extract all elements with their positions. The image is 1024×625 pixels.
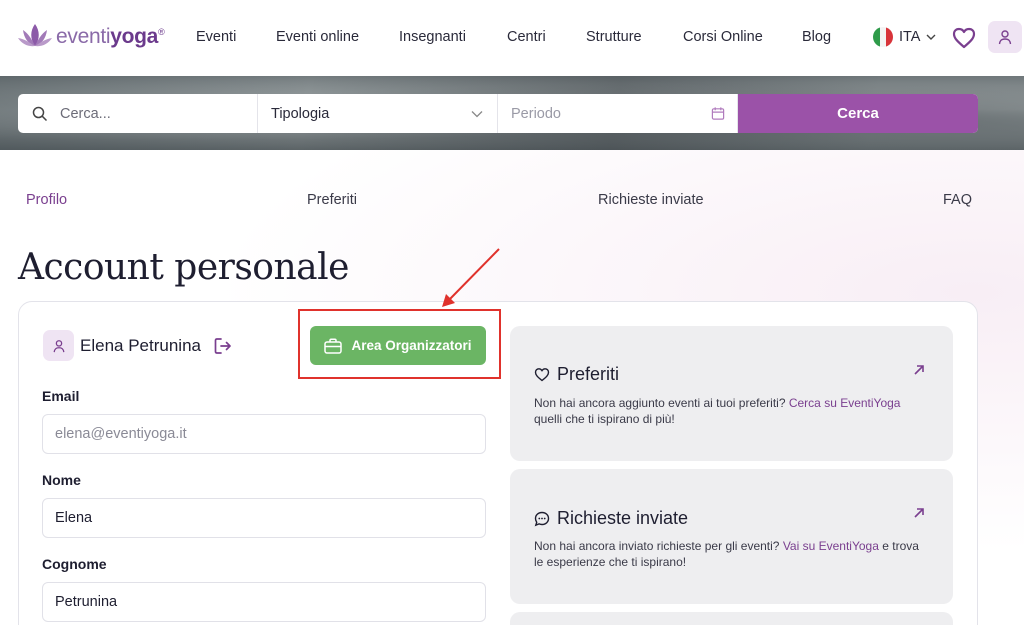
lotus-logo-icon (18, 24, 52, 47)
heart-icon (534, 368, 550, 382)
nav-link-eventi-online[interactable]: Eventi online (276, 29, 359, 45)
calendar-icon[interactable] (711, 106, 725, 121)
avatar (43, 330, 74, 361)
search-input[interactable] (60, 94, 257, 133)
period-input[interactable] (511, 94, 711, 133)
nome-label: Nome (42, 472, 81, 488)
tab-richieste-inviate[interactable]: Richieste inviate (598, 192, 704, 208)
tab-faq[interactable]: FAQ (943, 192, 972, 208)
logo-wordmark: eventiyoga® (56, 25, 165, 48)
requests-panel-title: Richieste inviate (534, 508, 688, 529)
cerca-su-eventiyoga-link[interactable]: Cerca su EventiYoga (789, 396, 901, 410)
requests-title-text: Richieste inviate (557, 508, 689, 528)
nav-link-centri[interactable]: Centri (507, 29, 546, 45)
user-account-button[interactable] (988, 21, 1022, 53)
cognome-value: Petrunina (55, 594, 118, 610)
page-title: Account personale (18, 247, 349, 288)
chevron-down-icon (471, 110, 483, 117)
favorites-panel-text: Non hai ancora aggiunto eventi ai tuoi p… (534, 396, 901, 426)
nav-link-strutture[interactable]: Strutture (586, 29, 642, 45)
favorites-title-text: Preferiti (557, 364, 620, 384)
requests-panel[interactable]: Richieste inviate Non hai ancora inviato… (510, 469, 953, 604)
nome-field[interactable]: Elena (42, 498, 486, 538)
logout-icon[interactable] (213, 336, 233, 356)
heart-icon (952, 27, 976, 49)
cognome-label: Cognome (42, 556, 107, 572)
arrow-up-right-icon[interactable] (913, 364, 925, 376)
search-submit-button[interactable]: Cerca (738, 94, 978, 133)
profile-name: Elena Petrunina (80, 336, 201, 355)
search-icon (32, 106, 48, 121)
email-label: Email (42, 388, 80, 404)
type-select[interactable]: Tipologia (258, 94, 498, 133)
nav-link-corsi-online[interactable]: Corsi Online (683, 29, 763, 45)
top-navigation: eventiyoga® Eventi Eventi online Insegna… (0, 0, 1024, 76)
period-picker (498, 94, 738, 133)
favorites-panel[interactable]: Preferiti Non hai ancora aggiunto eventi… (510, 326, 953, 461)
language-selector[interactable]: ITA (873, 27, 936, 47)
briefcase-icon (324, 338, 343, 354)
cognome-field[interactable]: Petrunina (42, 582, 486, 622)
vai-su-eventiyoga-link[interactable]: Vai su EventiYoga (783, 539, 879, 553)
language-label: ITA (899, 29, 921, 45)
eventiyoga-logo[interactable]: eventiyoga® (18, 22, 165, 52)
email-field[interactable]: elena@eventiyoga.it (42, 414, 486, 454)
email-value: elena@eventiyoga.it (55, 426, 187, 442)
nav-link-blog[interactable]: Blog (802, 29, 831, 45)
nav-link-insegnanti[interactable]: Insegnanti (399, 29, 466, 45)
italy-flag-icon (873, 27, 893, 47)
requests-panel-text: Non hai ancora inviato richieste per gli… (534, 539, 919, 569)
tab-profilo[interactable]: Profilo (26, 192, 67, 208)
user-icon (53, 339, 64, 352)
chevron-down-icon (926, 34, 936, 40)
tab-preferiti[interactable]: Preferiti (307, 192, 357, 208)
area-organizzatori-button[interactable]: Area Organizzatori (310, 326, 486, 365)
search-bar: Tipologia Cerca (18, 94, 978, 133)
chat-bubble-icon (534, 511, 550, 526)
search-query-segment (18, 94, 258, 133)
favorites-heart-button[interactable] (951, 25, 977, 51)
type-select-label: Tipologia (271, 105, 330, 122)
third-panel[interactable] (510, 612, 953, 625)
nome-value: Elena (55, 510, 93, 526)
favorites-panel-title: Preferiti (534, 364, 619, 385)
annotation-arrow-icon (442, 248, 500, 307)
arrow-up-right-icon[interactable] (913, 507, 925, 519)
area-organizzatori-label: Area Organizzatori (351, 338, 472, 353)
user-icon (998, 30, 1012, 45)
nav-link-eventi[interactable]: Eventi (196, 29, 236, 45)
